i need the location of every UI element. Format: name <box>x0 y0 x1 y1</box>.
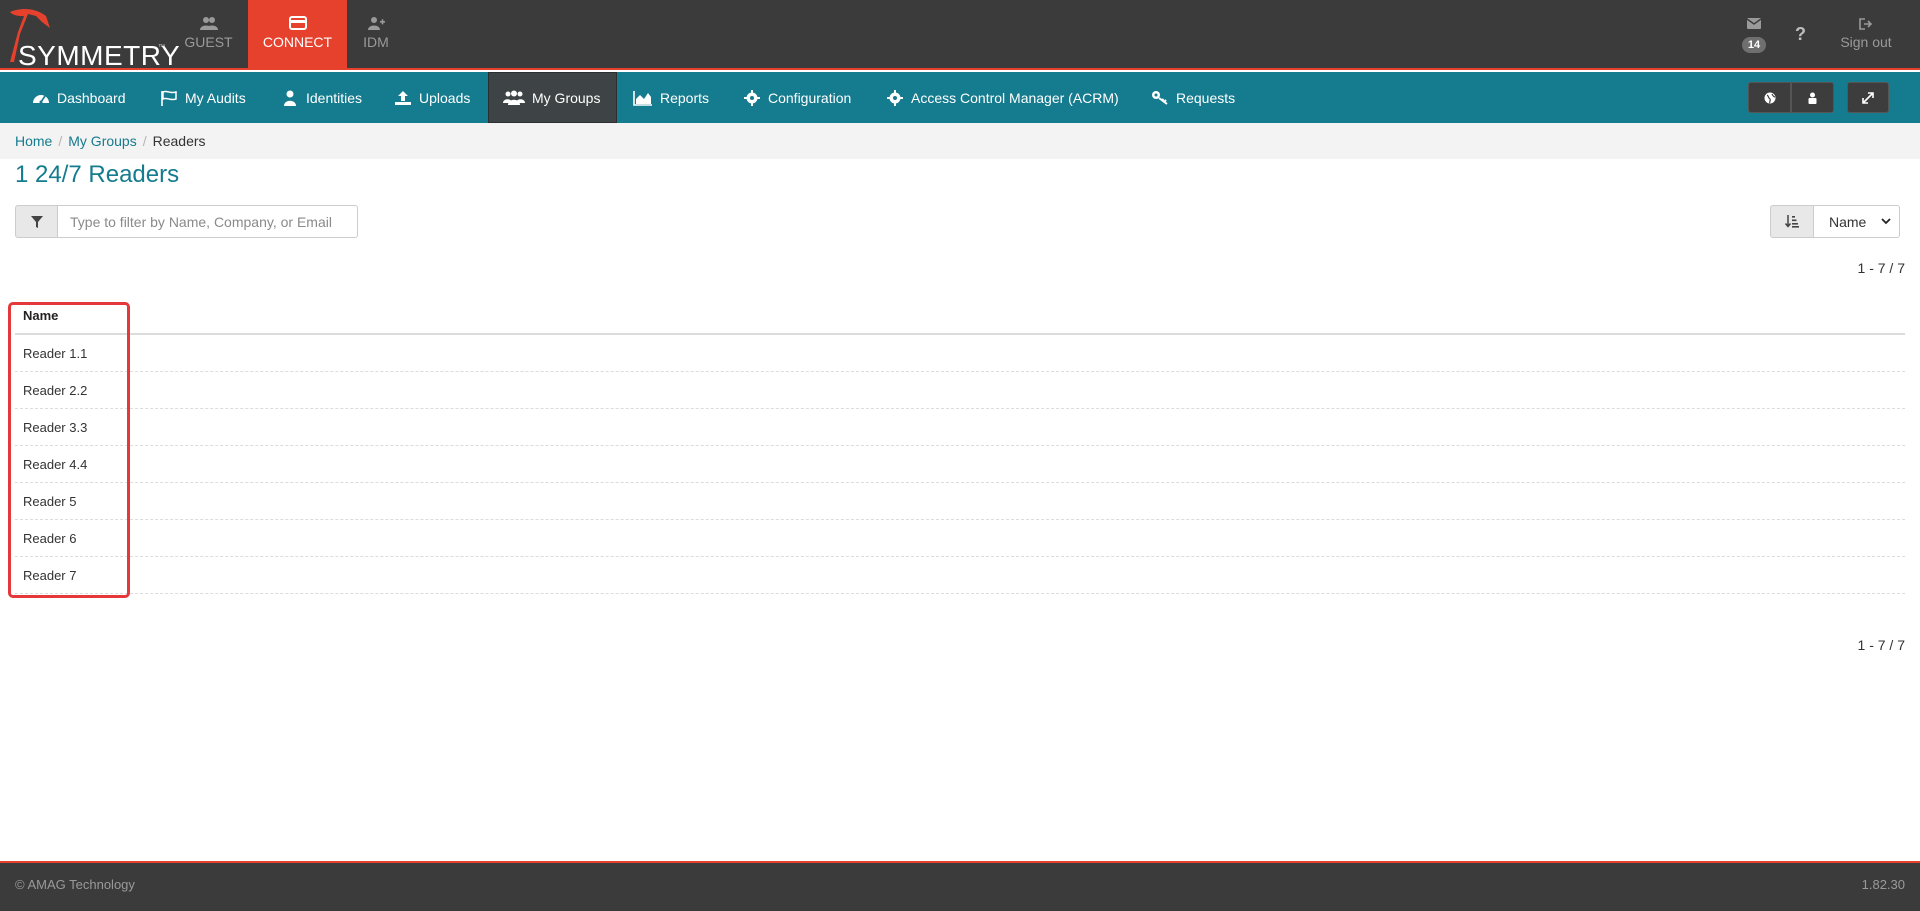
sort-select-value: Name <box>1829 213 1867 230</box>
logo-wordmark: SYMMETRY <box>18 40 181 71</box>
user-icon <box>284 90 296 106</box>
upload-icon <box>395 90 411 105</box>
users-icon <box>199 17 218 30</box>
footer: © AMAG Technology 1.82.30 <box>0 861 1920 911</box>
top-bar: SYMMETRY ™ GUEST CONNECT IDM 14 ? Sign o… <box>0 0 1920 71</box>
nav-item-reports[interactable]: Reports <box>619 72 723 123</box>
envelope-icon <box>1746 18 1762 29</box>
key-icon <box>1152 90 1168 105</box>
nav-item-configuration[interactable]: Configuration <box>729 72 865 123</box>
table-cell-name: Reader 4.4 <box>23 456 88 472</box>
filter-button[interactable] <box>15 205 58 238</box>
app-tab-idm[interactable]: IDM <box>326 0 426 70</box>
sign-out-button[interactable]: Sign out <box>1836 14 1896 50</box>
table-row[interactable]: Reader 2.2 <box>15 372 1905 409</box>
app-tab-label: IDM <box>363 34 389 50</box>
table-row[interactable]: Reader 1.1 <box>15 335 1905 372</box>
nav-item-label: Identities <box>306 89 363 106</box>
fullscreen-button[interactable] <box>1847 82 1889 113</box>
nav-item-uploads[interactable]: Uploads <box>380 72 484 123</box>
nav-item-label: Dashboard <box>57 89 126 106</box>
table-cell-name: Reader 2.2 <box>23 382 88 398</box>
breadcrumb-separator: / <box>142 133 147 149</box>
nav-item-requests[interactable]: Requests <box>1137 72 1249 123</box>
card-icon <box>288 16 307 30</box>
table-cell-name: Reader 3.3 <box>23 419 88 435</box>
symmetry-logo[interactable]: SYMMETRY ™ <box>6 6 180 71</box>
nav-item-label: My Audits <box>185 89 246 106</box>
page-title: 1 24/7 Readers <box>15 161 180 188</box>
breadcrumb-home[interactable]: Home <box>15 133 52 149</box>
sign-out-icon <box>1859 18 1873 30</box>
mail-count-badge: 14 <box>1741 37 1767 53</box>
breadcrumb-separator: / <box>58 133 63 149</box>
user-plus-icon <box>368 17 385 30</box>
flag-icon <box>161 90 177 106</box>
filter-icon <box>30 215 43 228</box>
nav-item-identities[interactable]: Identities <box>267 72 376 123</box>
nav-item-label: Uploads <box>419 89 471 106</box>
table-cell-name: Reader 7 <box>23 567 77 583</box>
breadcrumb-current: Readers <box>152 133 206 149</box>
table-cell-name: Reader 1.1 <box>23 345 88 361</box>
lock-button[interactable] <box>1791 82 1834 113</box>
table-row[interactable]: Reader 6 <box>15 520 1905 557</box>
table-row[interactable]: Reader 5 <box>15 483 1905 520</box>
breadcrumb-my-groups[interactable]: My Groups <box>68 133 136 149</box>
help-button[interactable]: ? <box>1795 24 1806 45</box>
sort-group: Name <box>1770 205 1900 238</box>
sort-amount-icon <box>1785 215 1799 228</box>
dashboard-icon <box>33 94 49 103</box>
gear-icon <box>887 89 903 106</box>
nav-item-acrm[interactable]: Access Control Manager (ACRM) <box>872 72 1133 123</box>
table-row[interactable]: Reader 4.4 <box>15 446 1905 483</box>
table-cell-name: Reader 6 <box>23 530 77 546</box>
filter-input[interactable] <box>58 205 358 238</box>
nav-item-label: Reports <box>660 89 710 106</box>
breadcrumb: Home / My Groups / Readers <box>0 123 1920 159</box>
mail-button[interactable]: 14 <box>1740 16 1768 53</box>
nav-item-label: Access Control Manager (ACRM) <box>911 89 1119 106</box>
sort-direction-button[interactable] <box>1770 205 1814 238</box>
user-lock-icon <box>1808 92 1817 104</box>
globe-icon <box>1764 92 1775 103</box>
table-cell-name: Reader 5 <box>23 493 77 509</box>
gear-icon <box>744 89 760 106</box>
pagination-count-bottom: 1 - 7 / 7 <box>1857 637 1905 653</box>
pagination-count-top: 1 - 7 / 7 <box>1857 260 1905 276</box>
readers-table: Name Reader 1.1 Reader 2.2 Reader 3.3 Re… <box>15 300 1905 594</box>
table-row[interactable]: Reader 7 <box>15 557 1905 594</box>
table-header-name[interactable]: Name <box>15 300 1905 335</box>
filter-group <box>15 205 358 238</box>
expand-icon <box>1862 91 1874 104</box>
globe-button[interactable] <box>1748 82 1791 113</box>
nav-item-label: My Groups <box>532 89 601 106</box>
footer-version: 1.82.30 <box>1861 877 1905 892</box>
app-tab-label: GUEST <box>184 34 233 50</box>
chevron-down-icon <box>1881 218 1891 225</box>
group-icon <box>503 90 525 105</box>
area-chart-icon <box>633 90 652 106</box>
nav-button-group <box>1748 82 1889 113</box>
app-tab-guest[interactable]: GUEST <box>159 0 258 70</box>
sort-select[interactable]: Name <box>1814 205 1900 238</box>
nav-item-label: Configuration <box>768 89 852 106</box>
sign-out-label: Sign out <box>1840 34 1892 50</box>
table-row[interactable]: Reader 3.3 <box>15 409 1905 446</box>
nav-item-label: Requests <box>1176 89 1236 106</box>
nav-item-dashboard[interactable]: Dashboard <box>18 72 140 123</box>
nav-item-my-audits[interactable]: My Audits <box>146 72 260 123</box>
main-nav: Dashboard My Audits Identities Uploads M… <box>0 72 1920 123</box>
nav-item-my-groups[interactable]: My Groups <box>488 72 617 123</box>
footer-copyright: © AMAG Technology <box>15 877 135 892</box>
